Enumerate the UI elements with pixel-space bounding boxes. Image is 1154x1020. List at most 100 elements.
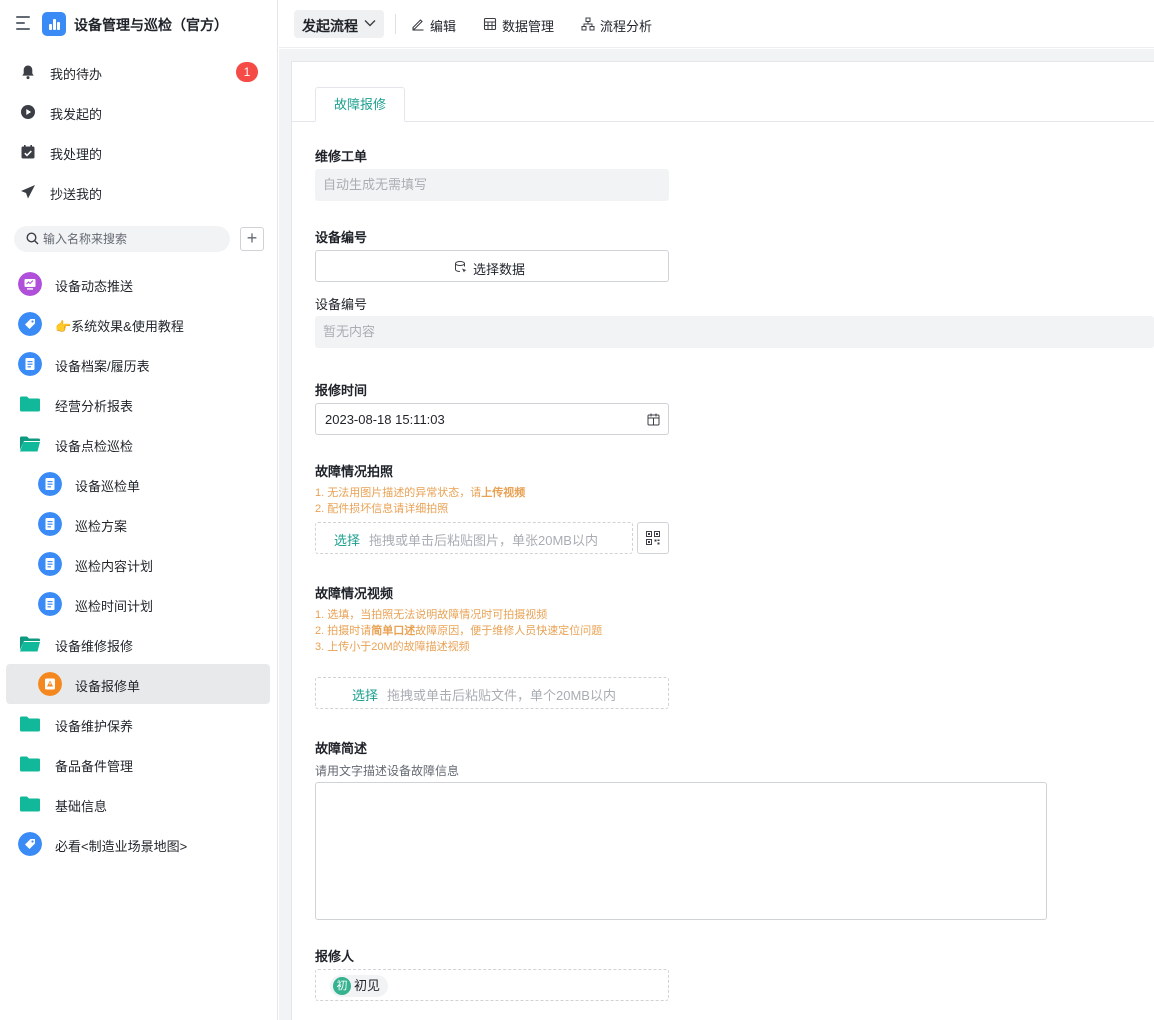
tree-item-device-archive[interactable]: 设备档案/履历表 <box>6 344 270 384</box>
avatar: 初 <box>333 977 351 995</box>
tab-fault-report[interactable]: 故障报修 <box>315 87 405 122</box>
qr-code-icon <box>646 531 660 545</box>
add-button[interactable]: + <box>240 227 264 251</box>
select-data-label: 选择数据 <box>473 262 526 277</box>
folder-open-icon <box>20 436 40 452</box>
process-analysis-button[interactable]: 流程分析 <box>581 16 661 34</box>
video-upload-area[interactable]: 选择 拖拽或单击后粘贴文件，单个20MB以内 <box>315 677 669 709</box>
tree-item-business-report[interactable]: 经营分析报表 <box>6 384 270 424</box>
flowchart-icon <box>581 17 595 31</box>
tree-item-label: 设备报修单 <box>75 679 141 694</box>
document-icon <box>38 552 62 576</box>
data-management-button[interactable]: 数据管理 <box>483 16 563 34</box>
send-icon <box>21 185 35 199</box>
sidebar: 设备管理与巡检（官方） 我的待办 1 我发起的 我处理的 抄送我的 + 设备动态… <box>0 0 278 1020</box>
chevron-down-icon <box>364 20 376 27</box>
video-hint-3: 3. 上传小于20M的故障描述视频 <box>315 641 470 653</box>
calendar-icon[interactable] <box>647 413 660 426</box>
app-title: 设备管理与巡检（官方） <box>74 17 228 33</box>
video-upload-hint: 拖拽或单击后粘贴文件，单个20MB以内 <box>387 688 616 703</box>
tree-item-label: 设备档案/履历表 <box>55 359 150 374</box>
edit-label: 编辑 <box>430 19 457 34</box>
tree-item-label: 👉系统效果&使用教程 <box>55 319 184 334</box>
folder-icon <box>20 756 40 772</box>
device-label: 设备编号 <box>315 230 368 245</box>
search-icon <box>26 232 39 245</box>
tree-item-label: 设备动态推送 <box>55 279 134 294</box>
warning-icon <box>38 672 62 696</box>
tree-item-inspection-order[interactable]: 设备巡检单 <box>6 464 270 504</box>
bell-icon <box>22 65 34 80</box>
top-toolbar: 发起流程 编辑 数据管理 流程分析 <box>279 0 1154 48</box>
calendar-check-icon <box>21 145 35 159</box>
edit-button[interactable]: 编辑 <box>411 16 461 34</box>
document-icon <box>18 352 42 376</box>
app-logo-icon <box>42 12 66 36</box>
nav-label: 我发起的 <box>50 107 103 122</box>
search-box <box>14 226 230 252</box>
menu-toggle-icon[interactable] <box>16 16 32 30</box>
app-header: 设备管理与巡检（官方） <box>0 0 278 48</box>
tree-item-spare-parts[interactable]: 备品备件管理 <box>6 744 270 784</box>
document-icon <box>38 472 62 496</box>
reporter-name: 初见 <box>354 978 381 993</box>
document-icon <box>38 512 62 536</box>
tree-item-label: 设备维修报修 <box>55 639 134 654</box>
tree-item-basic-info[interactable]: 基础信息 <box>6 784 270 824</box>
nav-processed[interactable]: 我处理的 <box>6 132 270 172</box>
tree-item-inspection-plan[interactable]: 巡检方案 <box>6 504 270 544</box>
tree-item-label: 备品备件管理 <box>55 759 134 774</box>
nav-my-todo[interactable]: 我的待办 1 <box>6 52 270 92</box>
tree-item-scenario-map[interactable]: 必看<制造业场景地图> <box>6 824 270 864</box>
data-management-label: 数据管理 <box>502 19 555 34</box>
start-process-button[interactable]: 发起流程 <box>294 10 384 38</box>
fault-description-textarea[interactable] <box>315 782 1047 920</box>
monitor-icon <box>18 272 42 296</box>
reporter-label: 报修人 <box>315 949 355 964</box>
photo-pick-button[interactable]: 选择 <box>334 530 360 549</box>
tag-icon <box>18 832 42 856</box>
nav-label: 我处理的 <box>50 147 103 162</box>
tree-item-tutorial[interactable]: 👉系统效果&使用教程 <box>6 304 270 344</box>
photo-upload-hint: 拖拽或单击后粘贴图片，单张20MB以内 <box>369 533 598 548</box>
tree-item-label: 设备维护保养 <box>55 719 134 734</box>
photo-upload-area[interactable]: 选择 拖拽或单击后粘贴图片，单张20MB以内 <box>315 522 633 554</box>
tree-item-device-push[interactable]: 设备动态推送 <box>6 264 270 304</box>
tree-item-content-plan[interactable]: 巡检内容计划 <box>6 544 270 584</box>
folder-icon <box>20 796 40 812</box>
photo-hint-1: 1. 无法用图片描述的异常状态，请上传视频 <box>315 487 526 499</box>
video-label: 故障情况视频 <box>315 586 394 601</box>
toolbar-divider <box>395 14 396 34</box>
process-analysis-label: 流程分析 <box>600 19 653 34</box>
tree-item-repair-order[interactable]: 设备报修单 <box>6 664 270 704</box>
time-label: 报修时间 <box>315 383 368 398</box>
tree-item-label: 基础信息 <box>55 799 108 814</box>
tree-item-inspection-folder[interactable]: 设备点检巡检 <box>6 424 270 464</box>
reporter-chip: 初 初见 <box>330 975 389 997</box>
report-time-input[interactable]: 2023-08-18 15:11:03 <box>315 403 669 435</box>
tree-item-repair-folder[interactable]: 设备维修报修 <box>6 624 270 664</box>
search-input[interactable] <box>43 230 223 248</box>
data-select-icon <box>455 261 467 273</box>
tree-item-label: 巡检时间计划 <box>75 599 154 614</box>
photo-label: 故障情况拍照 <box>315 464 394 479</box>
nav-cc-me[interactable]: 抄送我的 <box>6 172 270 212</box>
qr-code-button[interactable] <box>637 522 669 554</box>
order-label: 维修工单 <box>315 149 368 164</box>
tree-item-maintenance[interactable]: 设备维护保养 <box>6 704 270 744</box>
tree-item-label: 巡检内容计划 <box>75 559 154 574</box>
pencil-icon <box>412 19 424 31</box>
tree-item-time-plan[interactable]: 巡检时间计划 <box>6 584 270 624</box>
nav-label: 我的待办 <box>50 67 103 82</box>
tree-item-label: 巡检方案 <box>75 519 128 534</box>
nav-initiated[interactable]: 我发起的 <box>6 92 270 132</box>
folder-icon <box>20 396 40 412</box>
device-number-value: 暂无内容 <box>315 316 1154 348</box>
select-data-button[interactable]: 选择数据 <box>315 250 669 282</box>
table-icon <box>483 17 497 31</box>
reporter-field[interactable]: 初 初见 <box>315 969 669 1001</box>
photo-hint-2: 2. 配件损坏信息请详细拍照 <box>315 503 449 515</box>
video-pick-button[interactable]: 选择 <box>352 685 378 704</box>
nav-label: 抄送我的 <box>50 187 103 202</box>
tree-item-label: 设备巡检单 <box>75 479 141 494</box>
